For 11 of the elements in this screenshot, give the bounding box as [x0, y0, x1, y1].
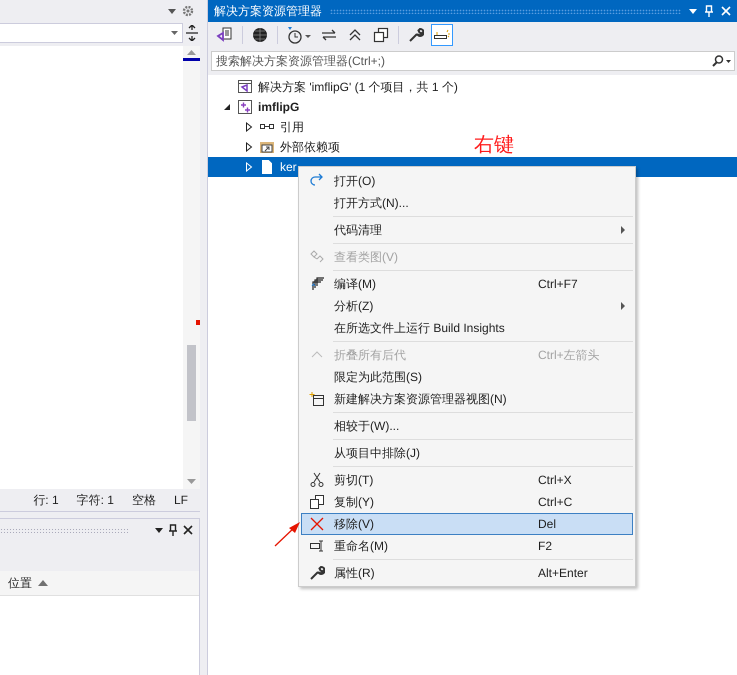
tree-label: 解决方案 'imflipG' (1 个项目，共 1 个) [258, 78, 458, 96]
status-text: 字符: 1 [76, 492, 114, 508]
tree-label: imflipG [258, 100, 300, 114]
status-text: 空格 [132, 492, 156, 508]
panel-title: 解决方案资源管理器 [214, 2, 322, 20]
status-text: LF [174, 493, 188, 507]
status-text: 行: 1 [33, 492, 59, 508]
tree-label: ker [280, 160, 297, 174]
annotation-text: 右键 [474, 135, 514, 155]
tree-label: 引用 [280, 118, 304, 136]
tree-label: 外部依赖项 [280, 138, 340, 156]
